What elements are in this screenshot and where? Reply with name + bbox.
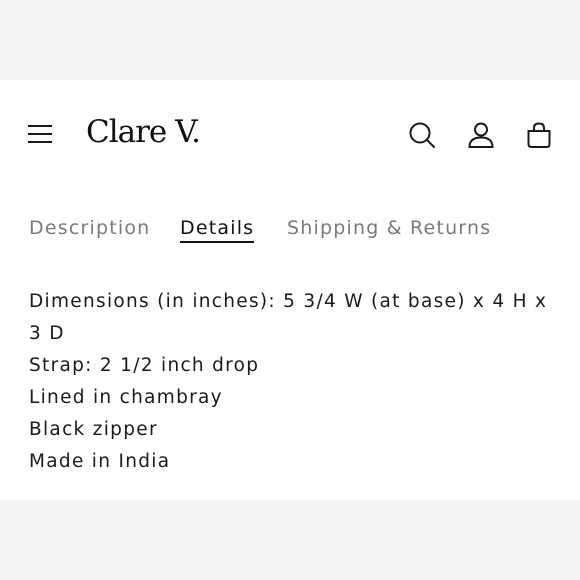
- bag-icon[interactable]: [525, 121, 553, 149]
- details-zipper: Black zipper: [29, 419, 158, 440]
- brand-logo[interactable]: Clare V.: [86, 114, 201, 150]
- details-content: Dimensions (in inches): 5 3/4 W (at base…: [29, 286, 559, 478]
- product-tabs: Description Details Shipping & Returns: [0, 217, 580, 247]
- details-origin: Made in India: [29, 451, 171, 472]
- tab-shipping-returns[interactable]: Shipping & Returns: [287, 217, 491, 239]
- menu-icon[interactable]: [28, 125, 54, 145]
- tab-details[interactable]: Details: [180, 217, 255, 243]
- search-icon[interactable]: [408, 121, 436, 149]
- details-lining: Lined in chambray: [29, 387, 223, 408]
- tab-description[interactable]: Description: [29, 217, 150, 239]
- site-header: Clare V.: [0, 80, 580, 190]
- product-info-panel: Clare V. Description Details Shipping & …: [0, 80, 580, 500]
- account-icon[interactable]: [467, 121, 495, 149]
- details-dimensions: Dimensions (in inches): 5 3/4 W (at base…: [29, 291, 548, 344]
- details-strap: Strap: 2 1/2 inch drop: [29, 355, 260, 376]
